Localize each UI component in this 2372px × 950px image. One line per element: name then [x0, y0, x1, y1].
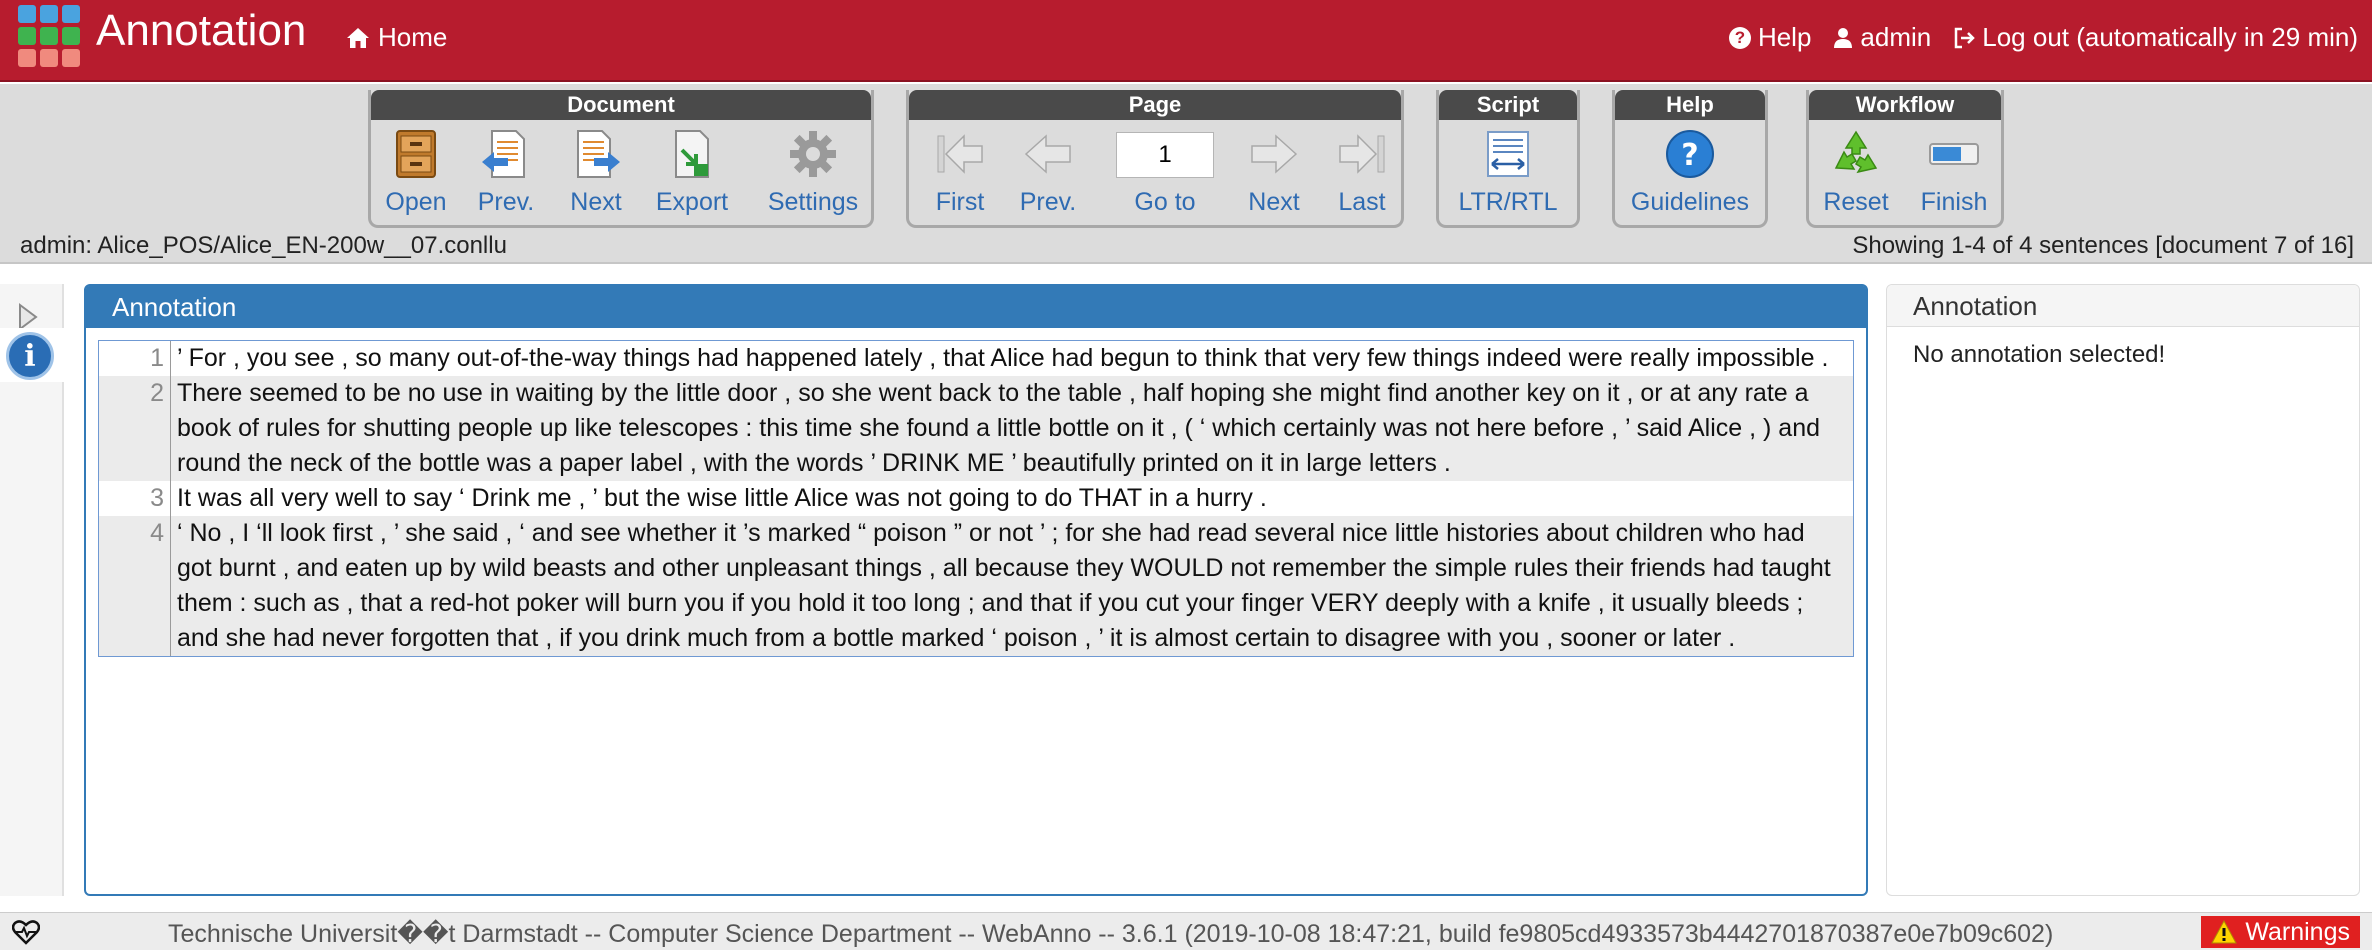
top-navbar: Annotation Home ? Help admin Log out (au… — [0, 0, 2372, 82]
prev-page-label: Prev. — [1019, 188, 1077, 216]
document-path: admin: Alice_POS/Alice_EN-200w__07.conll… — [20, 232, 507, 259]
document-group: Document Open Prev. Next Export Settings — [368, 90, 874, 228]
page-group: Page First Prev. Go to Next Last — [906, 90, 1404, 228]
last-page-label: Last — [1338, 188, 1386, 216]
ltr-rtl-label: LTR/RTL — [1458, 188, 1558, 216]
reset-button[interactable]: Reset — [1813, 128, 1899, 220]
open-label: Open — [385, 188, 447, 216]
svg-text:?: ? — [1681, 138, 1698, 173]
sentence-text[interactable]: There seemed to be no use in waiting by … — [171, 376, 1853, 481]
document-group-label: Document — [371, 90, 871, 120]
prev-document-icon — [482, 130, 525, 178]
home-label: Home — [378, 22, 448, 52]
sentence-row[interactable]: 1 ’ For , you see , so many out-of-the-w… — [99, 341, 1853, 376]
export-icon — [675, 130, 709, 178]
script-group: Script LTR/RTL — [1436, 90, 1580, 228]
sentence-text[interactable]: It was all very well to say ‘ Drink me ,… — [171, 481, 1853, 516]
finish-button[interactable]: Finish — [1911, 128, 1997, 220]
sentence-range-status: Showing 1-4 of 4 sentences [document 7 o… — [1852, 232, 2354, 259]
first-page-icon — [937, 134, 983, 174]
sentence-text[interactable]: ‘ No , I ‘ll look first , ’ she said , ‘… — [171, 516, 1853, 656]
no-annotation-message: No annotation selected! — [1913, 341, 2166, 368]
question-circle-icon: ? — [1728, 26, 1751, 49]
user-label: admin — [1860, 22, 1932, 52]
workflow-group: Workflow Reset Finish — [1806, 90, 2004, 228]
next-document-label: Next — [570, 188, 622, 216]
sentence-number: 1 — [99, 341, 171, 376]
page-title: Annotation — [96, 6, 307, 55]
first-page-button[interactable]: First — [917, 128, 1003, 220]
warning-icon — [2211, 920, 2238, 944]
prev-page-icon — [1024, 134, 1071, 174]
reset-label: Reset — [1823, 188, 1889, 216]
annotation-detail-title: Annotation — [1887, 285, 2359, 327]
sentence-list: 1 ’ For , you see , so many out-of-the-w… — [98, 340, 1854, 657]
logout-label: Log out (automatically in 29 min) — [1982, 22, 2358, 52]
next-page-button[interactable]: Next — [1231, 128, 1317, 220]
warnings-button[interactable]: Warnings — [2201, 916, 2360, 948]
goto-page-button[interactable]: Go to — [1107, 188, 1223, 217]
sentence-row[interactable]: 2 There seemed to be no use in waiting b… — [99, 376, 1853, 481]
sentence-number: 3 — [99, 481, 171, 516]
sentence-text[interactable]: ’ For , you see , so many out-of-the-way… — [171, 341, 1853, 376]
annotation-detail-panel: Annotation No annotation selected! — [1886, 284, 2360, 896]
prev-document-label: Prev. — [477, 188, 535, 216]
user-link[interactable]: admin — [1833, 22, 1931, 53]
annotation-editor-title: Annotation — [86, 286, 1866, 328]
settings-label: Settings — [767, 188, 859, 216]
open-button[interactable]: Open — [373, 128, 459, 220]
export-label: Export — [655, 188, 729, 216]
warnings-label: Warnings — [2245, 917, 2350, 946]
goto-page-control: Go to — [1107, 128, 1223, 220]
sidebar-strip: i — [0, 284, 64, 896]
logout-icon — [1955, 27, 1976, 48]
finish-label: Finish — [1920, 188, 1988, 216]
heartbeat-icon[interactable] — [12, 919, 40, 945]
prev-page-button[interactable]: Prev. — [1005, 128, 1091, 220]
home-link[interactable]: Home — [346, 22, 447, 53]
sentence-row[interactable]: 3 It was all very well to say ‘ Drink me… — [99, 481, 1853, 516]
next-document-button[interactable]: Next — [553, 128, 639, 220]
guidelines-label: Guidelines — [1630, 188, 1750, 216]
last-page-icon — [1339, 134, 1385, 174]
progress-bar-icon — [1929, 143, 1979, 165]
workflow-group-label: Workflow — [1809, 90, 2001, 120]
page-number-input[interactable] — [1116, 132, 1214, 178]
footer-version-text: Technische Universit��t Darmstadt -- Com… — [168, 920, 2054, 948]
question-icon: ? — [1666, 130, 1714, 178]
settings-button[interactable]: Settings — [763, 128, 863, 220]
guidelines-button[interactable]: ? Guidelines — [1619, 128, 1761, 220]
action-toolbar: Document Open Prev. Next Export Settings… — [0, 84, 2372, 264]
first-page-label: First — [935, 188, 985, 216]
text-direction-icon — [1487, 131, 1529, 177]
annotation-editor-panel: Annotation 1 ’ For , you see , so many o… — [84, 284, 1868, 896]
next-document-icon — [577, 130, 620, 178]
next-page-label: Next — [1248, 188, 1300, 216]
footer: Technische Universit��t Darmstadt -- Com… — [0, 912, 2372, 950]
sentence-number: 2 — [99, 376, 171, 481]
next-page-icon — [1251, 134, 1298, 174]
help-group-label: Help — [1615, 90, 1765, 120]
ltr-rtl-button[interactable]: LTR/RTL — [1443, 128, 1573, 220]
last-page-button[interactable]: Last — [1319, 128, 1405, 220]
home-icon — [347, 27, 369, 48]
info-icon[interactable]: i — [6, 332, 54, 380]
help-label: Help — [1757, 22, 1812, 52]
help-group: Help ? Guidelines — [1612, 90, 1768, 228]
script-group-label: Script — [1439, 90, 1577, 120]
logout-link[interactable]: Log out (automatically in 29 min) — [1953, 22, 2358, 53]
sentence-number: 4 — [99, 516, 171, 656]
export-button[interactable]: Export — [649, 128, 735, 220]
page-group-label: Page — [909, 90, 1401, 120]
user-icon — [1834, 27, 1853, 48]
cabinet-icon — [396, 130, 436, 178]
recycle-icon — [1834, 130, 1878, 174]
gear-icon — [790, 131, 836, 177]
help-link[interactable]: ? Help — [1728, 22, 1812, 53]
sentence-row[interactable]: 4 ‘ No , I ‘ll look first , ’ she said ,… — [99, 516, 1853, 656]
prev-document-button[interactable]: Prev. — [463, 128, 549, 220]
app-logo-icon[interactable] — [18, 5, 82, 67]
